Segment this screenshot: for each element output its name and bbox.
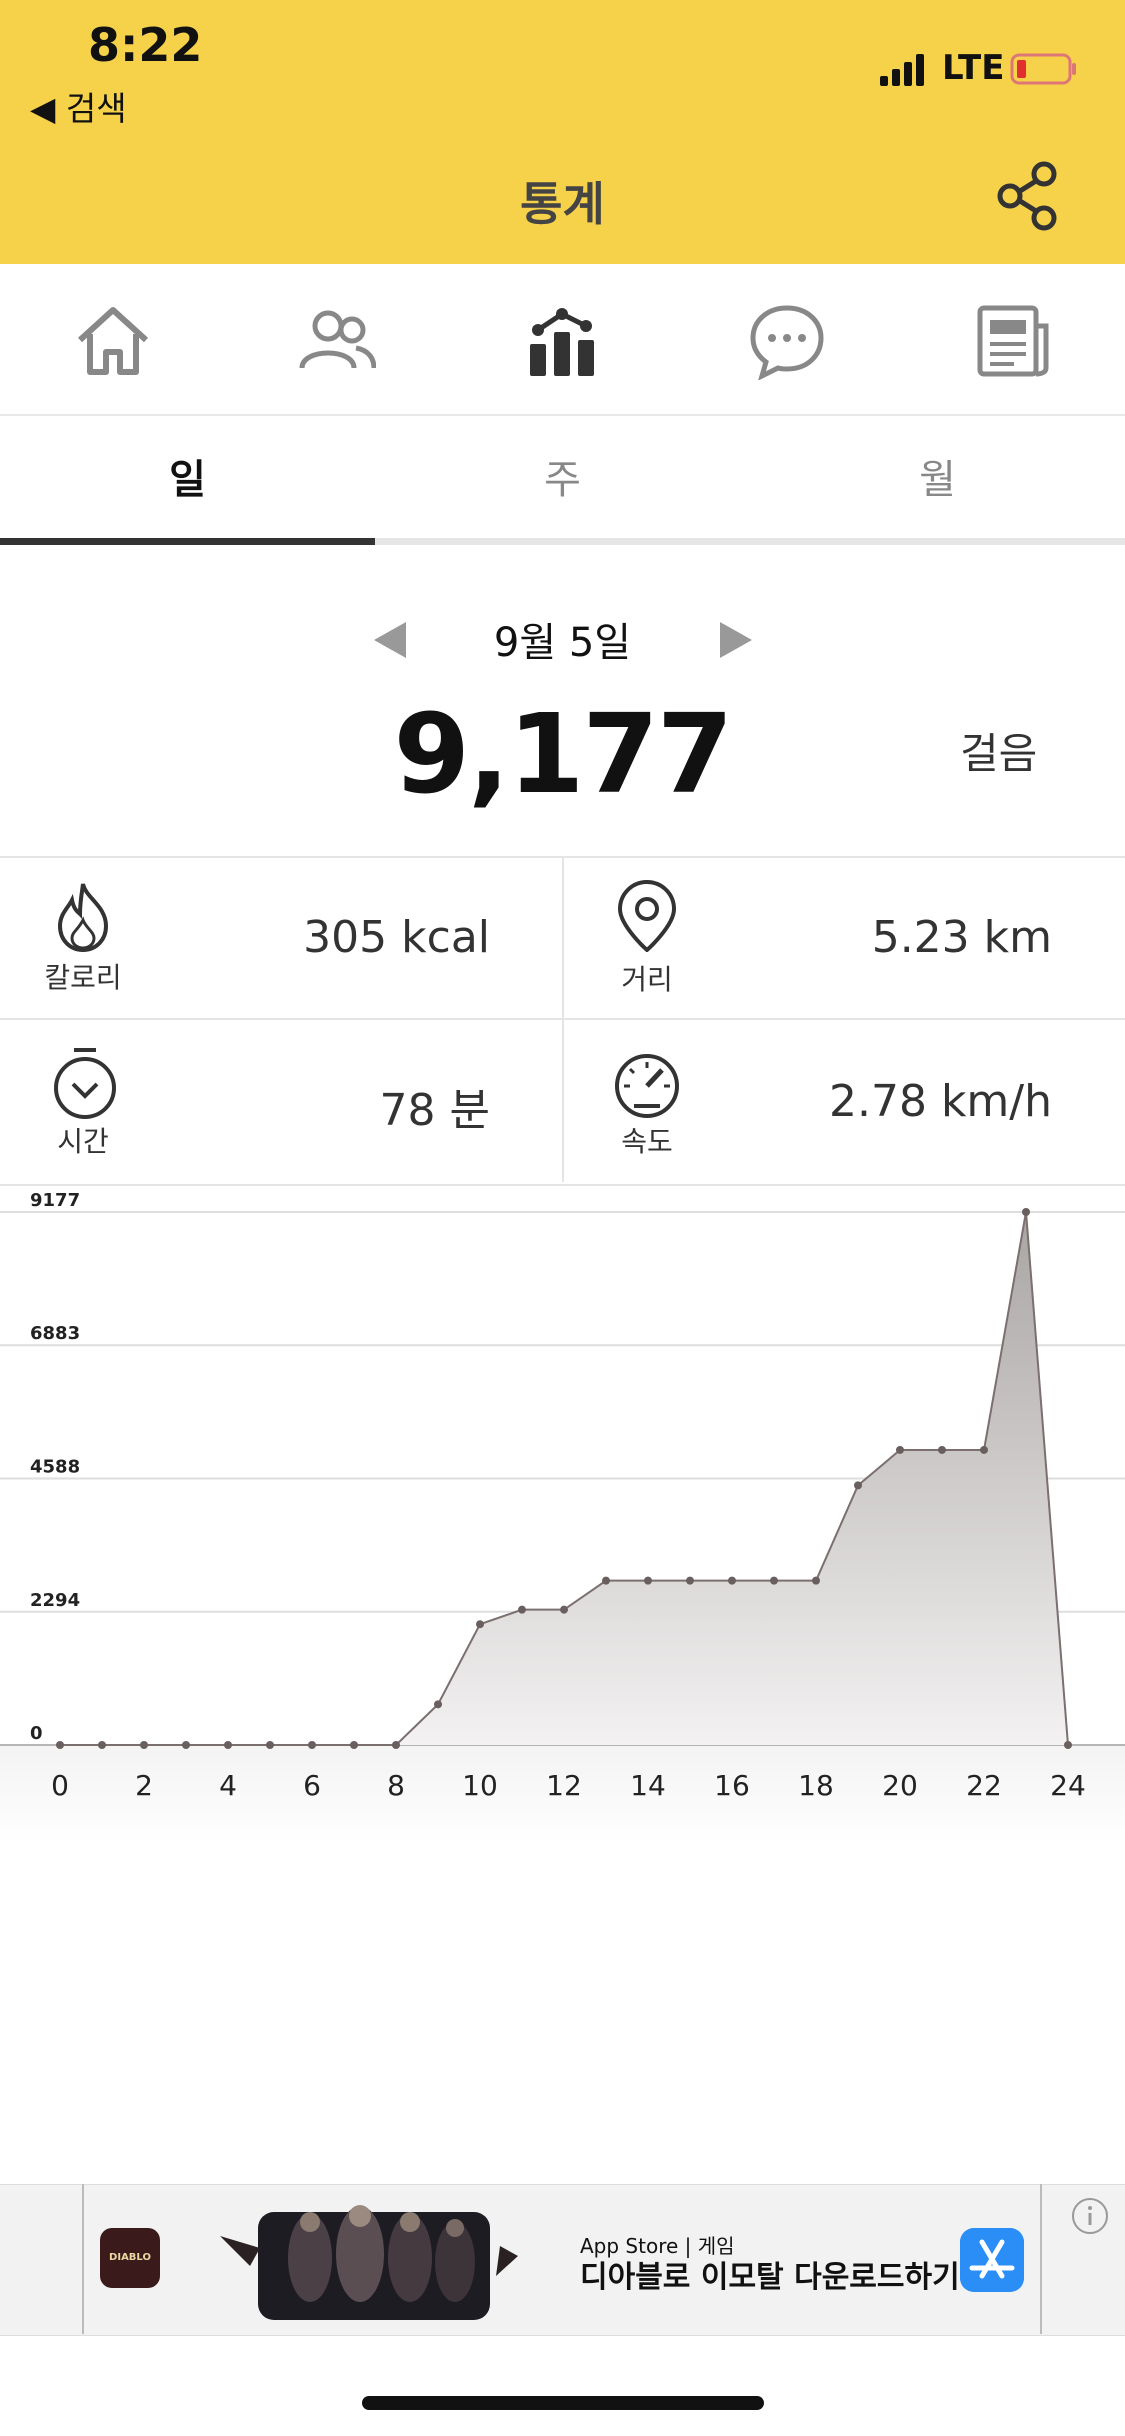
x-tick-label: 2 <box>135 1769 153 1802</box>
statistics-icon[interactable] <box>524 302 602 380</box>
data-point <box>602 1576 610 1585</box>
x-tick-label: 18 <box>798 1769 834 1802</box>
tab-day[interactable]: 일 <box>0 416 375 544</box>
home-indicator[interactable] <box>362 2396 764 2410</box>
location-pin-icon <box>617 879 677 952</box>
data-point <box>434 1700 442 1709</box>
share-icon[interactable] <box>996 160 1060 232</box>
next-day-button[interactable] <box>718 620 754 660</box>
y-tick-label: 9177 <box>30 1190 80 1211</box>
battery-low-icon <box>1010 53 1076 85</box>
ad-game-characters-image[interactable] <box>200 2196 520 2328</box>
data-point <box>644 1576 652 1585</box>
time-value: 78 분 <box>379 1085 490 1136</box>
calorie-label: 칼로리 <box>44 961 122 994</box>
page-title: 통계 <box>520 177 605 231</box>
back-to-search-link[interactable]: ◀ 검색 <box>30 82 127 130</box>
distance-value: 5.23 km <box>871 912 1052 963</box>
x-tick-label: 14 <box>630 1769 666 1802</box>
home-icon[interactable] <box>74 302 152 380</box>
ad-divider-left <box>82 2184 84 2334</box>
y-tick-label: 0 <box>30 1723 43 1744</box>
friends-icon[interactable] <box>298 302 376 380</box>
data-point <box>1064 1741 1072 1749</box>
y-tick-label: 4588 <box>30 1457 80 1478</box>
x-tick-label: 22 <box>966 1769 1002 1802</box>
flame-icon <box>57 883 109 953</box>
x-tick-label: 16 <box>714 1769 750 1802</box>
active-tab-indicator <box>0 538 375 545</box>
selected-date: 9월 5일 <box>493 620 632 666</box>
tab-month[interactable]: 월 <box>750 416 1125 544</box>
x-tick-label: 6 <box>303 1769 321 1802</box>
data-point <box>476 1620 484 1629</box>
news-icon[interactable] <box>974 302 1052 380</box>
data-point <box>938 1445 946 1454</box>
data-point <box>560 1605 568 1614</box>
grid-divider-vertical <box>562 858 564 1182</box>
data-point <box>266 1741 274 1749</box>
data-point <box>518 1605 526 1614</box>
signal-icon <box>880 54 924 86</box>
data-point <box>182 1741 190 1749</box>
status-time: 8:22 <box>88 18 203 72</box>
ad-app-icon[interactable]: DIABLO <box>100 2228 160 2288</box>
ad-title[interactable]: 디아블로 이모탈 다운로드하기 <box>580 2252 960 2296</box>
stopwatch-icon <box>54 1048 116 1119</box>
data-point <box>854 1481 862 1490</box>
step-unit: 걸음 <box>960 729 1038 778</box>
data-point <box>140 1741 148 1749</box>
speed-value: 2.78 km/h <box>828 1076 1052 1127</box>
network-type: LTE <box>942 48 1005 88</box>
data-point <box>812 1576 820 1585</box>
x-tick-label: 4 <box>219 1769 237 1802</box>
y-tick-label: 6883 <box>30 1323 80 1344</box>
data-point <box>308 1741 316 1749</box>
ad-divider-right <box>1040 2184 1042 2334</box>
data-point <box>1022 1208 1030 1216</box>
data-point <box>56 1741 64 1749</box>
data-point <box>98 1741 106 1749</box>
app-store-icon[interactable] <box>960 2228 1024 2292</box>
period-tabs: 일 주 월 <box>0 416 1125 544</box>
chat-icon[interactable] <box>748 302 826 380</box>
data-point <box>224 1741 232 1749</box>
speed-label: 속도 <box>621 1125 673 1158</box>
data-point <box>728 1576 736 1585</box>
ad-info-icon[interactable] <box>1070 2196 1110 2236</box>
data-point <box>686 1576 694 1585</box>
x-tick-label: 8 <box>387 1769 405 1802</box>
data-point <box>392 1741 400 1749</box>
time-label: 시간 <box>57 1125 109 1158</box>
x-tick-label: 24 <box>1050 1769 1086 1802</box>
speedometer-icon <box>615 1054 679 1118</box>
data-point <box>770 1576 778 1585</box>
tab-rail <box>375 538 1125 545</box>
ad-app-icon-text: DIABLO <box>109 2252 151 2263</box>
x-tick-label: 20 <box>882 1769 918 1802</box>
x-tick-label: 10 <box>462 1769 498 1802</box>
y-tick-label: 2294 <box>30 1590 80 1611</box>
distance-label: 거리 <box>621 963 673 996</box>
steps-chart: 02294458868839177 0 2 4 6 8 10 12 14 16 18 20 22 24 <box>0 1190 1125 1802</box>
data-point <box>350 1741 358 1749</box>
x-tick-label: 12 <box>546 1769 582 1802</box>
tab-week[interactable]: 주 <box>375 416 750 544</box>
x-tick-label: 0 <box>51 1769 69 1802</box>
step-count: 9,177 <box>393 690 734 818</box>
data-point <box>980 1445 988 1454</box>
data-point <box>896 1445 904 1454</box>
calorie-value: 305 kcal <box>303 912 490 963</box>
